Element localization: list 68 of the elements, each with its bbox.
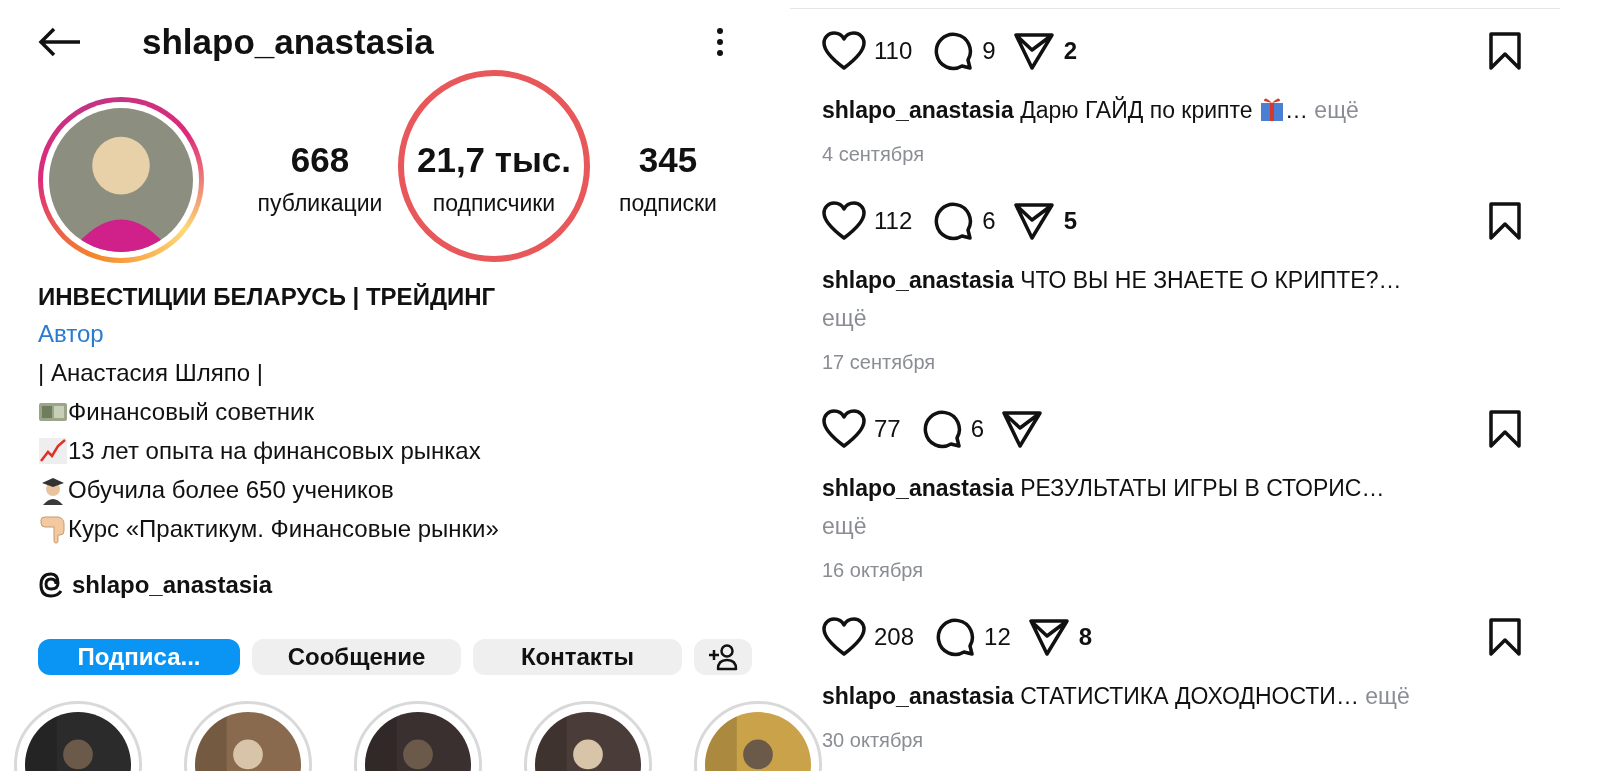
bio-line: Финансовый советник — [68, 397, 314, 427]
more-options-icon[interactable] — [716, 27, 724, 58]
share-count: 8 — [1078, 622, 1093, 652]
post-caption: shlapo_anastasia СТАТИСТИКА ДОХОДНОСТИ — [822, 683, 1336, 709]
like-count: 110 — [874, 36, 913, 66]
stat-count: 21,7 тыс. — [416, 139, 572, 182]
category-link[interactable]: Автор — [38, 316, 104, 352]
heart-icon[interactable] — [822, 409, 866, 449]
action-button[interactable]: Контакты — [473, 638, 682, 675]
stat-label: публикации — [257, 189, 383, 219]
ellipsis: … — [1284, 97, 1308, 123]
bio-line: Обучила более 650 учеников — [68, 475, 394, 505]
post-date: 4 сентября — [822, 142, 926, 167]
heart-icon[interactable] — [822, 617, 866, 657]
heart-icon[interactable] — [822, 31, 866, 71]
post-date: 16 октября — [822, 558, 925, 583]
heart-icon[interactable] — [822, 201, 866, 241]
stat-count: 345 — [638, 139, 698, 182]
comment-icon[interactable] — [934, 201, 975, 241]
comment-count: 9 — [982, 36, 996, 66]
bookmark-icon[interactable] — [1488, 31, 1522, 71]
comment-icon[interactable] — [922, 409, 963, 449]
comment-count: 6 — [970, 414, 985, 444]
add-person-icon — [707, 642, 739, 671]
bookmark-icon[interactable] — [1488, 409, 1522, 449]
send-icon[interactable] — [1028, 618, 1069, 656]
profile-username: shlapo_anastasia — [142, 21, 434, 63]
share-count: 2 — [1063, 36, 1077, 66]
send-icon[interactable] — [1013, 202, 1054, 240]
bookmark-icon[interactable] — [1488, 617, 1522, 657]
more-link[interactable]: ещё — [1314, 97, 1359, 123]
like-count: 112 — [874, 206, 913, 236]
threads-link[interactable]: shlapo_anastasia — [72, 566, 273, 603]
more-link[interactable]: ещё — [1365, 683, 1410, 709]
stat-label: подписчики — [432, 189, 556, 219]
banknote-icon — [38, 400, 68, 424]
comment-icon[interactable] — [934, 31, 975, 71]
post-caption: shlapo_anastasia Дарю ГАЙД по крипте — [822, 97, 1253, 123]
action-button[interactable]: Сообщение — [252, 638, 461, 675]
like-count: 208 — [874, 622, 915, 652]
post-date: 17 сентября — [822, 350, 937, 375]
comment-count: 6 — [982, 206, 996, 236]
post-caption: shlapo_anastasia ЧТО ВЫ НЕ ЗНАЕТЕ О КРИПТЕ? — [822, 267, 1379, 293]
post-caption: shlapo_anastasia РЕЗУЛЬТАТЫ ИГРЫ В СТОРИС — [822, 475, 1362, 501]
post-date: 30 октября — [822, 728, 925, 753]
share-count: 5 — [1063, 206, 1077, 236]
more-link[interactable]: ещё — [822, 305, 867, 331]
send-icon[interactable] — [1013, 32, 1054, 70]
send-icon[interactable] — [1002, 410, 1043, 448]
back-arrow-icon[interactable] — [38, 27, 82, 58]
bio-line: | Анастасия Шляпо | — [38, 358, 263, 388]
follow-button[interactable]: Подписа... — [38, 638, 240, 675]
more-link[interactable]: ещё — [822, 513, 867, 539]
bio-line: 13 лет опыта на финансовых рынках — [68, 436, 481, 466]
pointing-hand-icon — [38, 514, 68, 544]
chart-up-icon — [38, 437, 68, 465]
bookmark-icon[interactable] — [1488, 201, 1522, 241]
profile-name: ИНВЕСТИЦИИ БЕЛАРУСЬ | ТРЕЙДИНГ — [38, 281, 497, 312]
stat-label: подписки — [619, 189, 717, 219]
comment-count: 12 — [984, 622, 1011, 652]
ellipsis: … — [1378, 267, 1402, 293]
add-person-button[interactable] — [694, 638, 752, 675]
comment-icon[interactable] — [936, 617, 977, 657]
stat-count: 668 — [290, 139, 350, 182]
bio-line: Курс «Практикум. Финансовые рынки» — [68, 514, 499, 544]
ellipsis: … — [1335, 683, 1359, 709]
like-count: 77 — [874, 414, 901, 444]
ellipsis: … — [1361, 475, 1385, 501]
